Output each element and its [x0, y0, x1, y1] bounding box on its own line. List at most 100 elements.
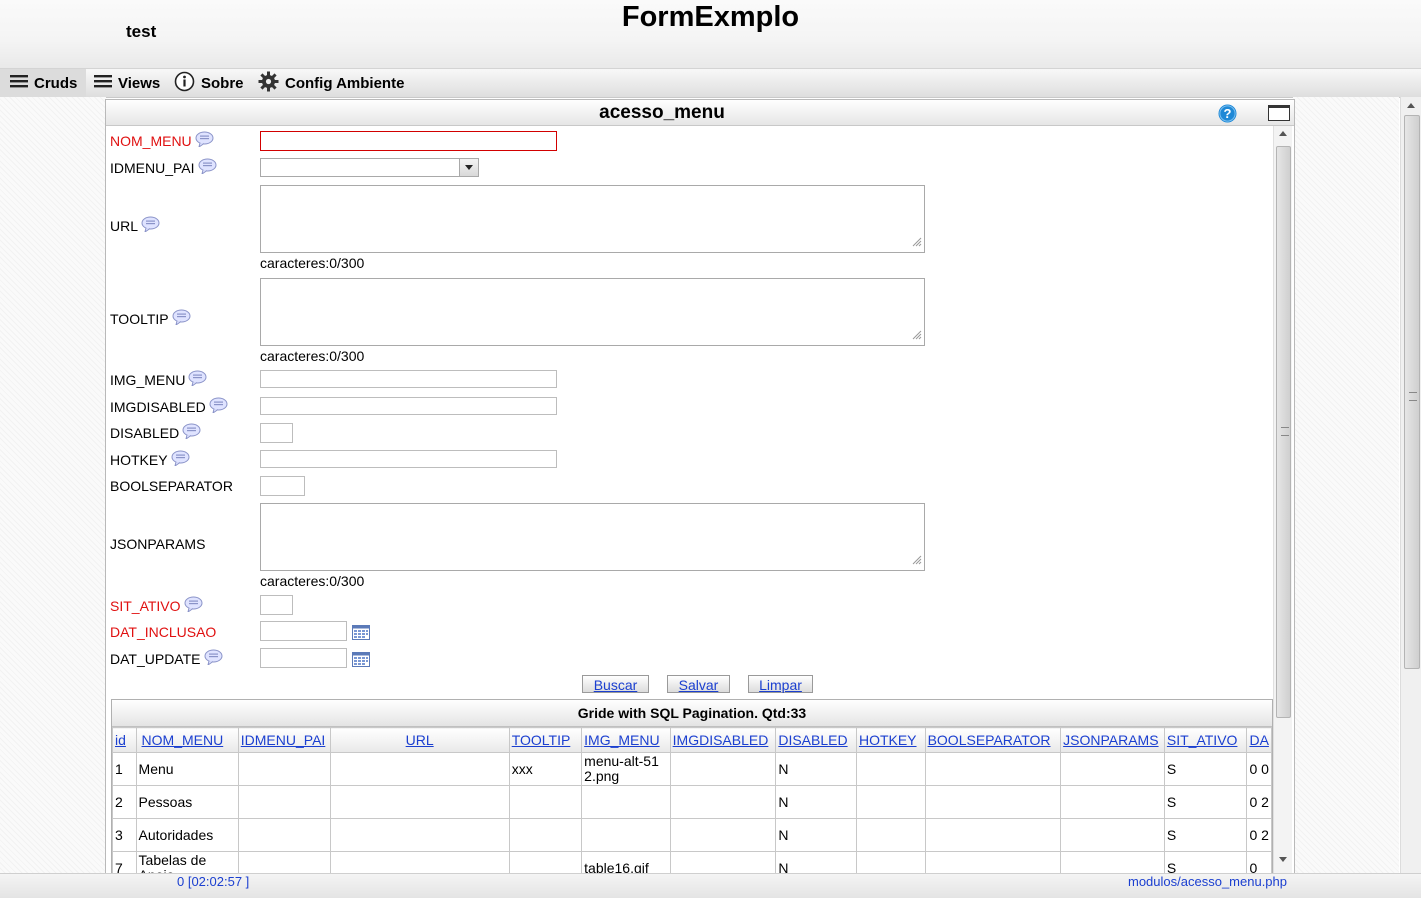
table-row[interactable]: 1 Menu xxx menu-alt-512.png N S 0 0 — [112, 752, 1272, 786]
label-text: NOM_MENU — [110, 132, 192, 149]
calendar-icon[interactable] — [352, 652, 370, 670]
table-cell — [1060, 818, 1165, 852]
table-cell: S — [1163, 851, 1248, 874]
table-cell — [855, 818, 926, 852]
data-grid: Gride with SQL Pagination. Qtd:33 id NOM… — [111, 699, 1273, 874]
table-cell — [237, 752, 331, 786]
resize-grip-icon[interactable] — [912, 552, 922, 568]
column-header[interactable]: IDMENU_PAI — [237, 727, 331, 753]
column-header[interactable]: DA — [1246, 727, 1272, 753]
panel-header: acesso_menu ? — [106, 100, 1294, 126]
scroll-up-icon[interactable] — [1407, 103, 1415, 108]
url-textarea[interactable] — [260, 185, 925, 253]
column-header[interactable]: JSONPARAMS — [1060, 727, 1165, 753]
tooltip-balloon-icon[interactable] — [198, 158, 217, 177]
menu-item-config[interactable]: Config Ambiente — [258, 69, 404, 97]
column-header[interactable]: HOTKEY — [855, 727, 926, 753]
label-disabled: DISABLED — [110, 423, 201, 442]
jsonparams-textarea[interactable] — [260, 503, 925, 571]
menu-label: Config Ambiente — [285, 74, 405, 92]
menu-label: Views — [118, 74, 161, 92]
tooltip-balloon-icon[interactable] — [195, 131, 214, 150]
tooltip-balloon-icon[interactable] — [188, 370, 207, 389]
label-text: DAT_INCLUSAO — [110, 624, 217, 640]
dat-inclusao-input[interactable] — [260, 621, 347, 641]
scroll-thumb[interactable] — [1276, 146, 1291, 718]
table-row[interactable]: 3 Autoridades N S 0 2 — [112, 818, 1272, 852]
table-cell — [508, 818, 583, 852]
menu-label: Sobre — [201, 74, 244, 92]
grip-icon — [1409, 392, 1417, 401]
column-header[interactable]: IMG_MENU — [581, 727, 671, 753]
column-header[interactable]: IMGDISABLED — [669, 727, 777, 753]
menu-bar: Cruds Views Sobre Config Ambiente — [0, 68, 1421, 98]
label-idmenu-pai: IDMENU_PAI — [110, 158, 217, 177]
column-header[interactable]: NOM_MENU — [135, 727, 239, 753]
table-cell: N — [775, 752, 857, 786]
column-header[interactable]: URL — [329, 727, 510, 753]
table-cell: 0 0 — [1246, 752, 1272, 786]
label-url: URL — [110, 216, 160, 235]
tooltip-balloon-icon[interactable] — [172, 309, 191, 328]
hamburger-icon — [94, 74, 112, 92]
tooltip-balloon-icon[interactable] — [209, 397, 228, 416]
column-header[interactable]: TOOLTIP — [508, 727, 583, 753]
tooltip-balloon-icon[interactable] — [184, 596, 203, 615]
grip-icon — [1281, 427, 1289, 436]
column-header[interactable]: BOOLSEPARATOR — [924, 727, 1062, 753]
table-cell — [669, 818, 777, 852]
boolseparator-input[interactable] — [260, 476, 305, 496]
chevron-down-icon[interactable] — [459, 159, 478, 176]
table-row[interactable]: 7 Tabelas de Apoio table16.gif N S 0 — [112, 851, 1272, 874]
imgdisabled-input[interactable] — [260, 397, 557, 415]
hotkey-input[interactable] — [260, 450, 557, 468]
menu-item-views[interactable]: Views — [94, 69, 160, 97]
resize-grip-icon[interactable] — [912, 234, 922, 250]
page-scrollbar[interactable] — [1400, 97, 1421, 873]
maximize-icon[interactable] — [1268, 105, 1290, 121]
panel-scrollbar[interactable] — [1273, 126, 1292, 874]
resize-grip-icon[interactable] — [912, 327, 922, 343]
tooltip-balloon-icon[interactable] — [141, 216, 160, 235]
column-header[interactable]: SIT_ATIVO — [1163, 727, 1248, 753]
tooltip-balloon-icon[interactable] — [171, 450, 190, 469]
page-background-right — [1293, 97, 1399, 873]
column-header[interactable]: DISABLED — [775, 727, 857, 753]
table-cell — [924, 752, 1062, 786]
scroll-thumb[interactable] — [1404, 115, 1420, 669]
tooltip-textarea[interactable] — [260, 278, 925, 346]
label-text: URL — [110, 217, 139, 234]
menu-item-sobre[interactable]: Sobre — [174, 69, 244, 97]
hamburger-icon — [10, 74, 28, 92]
nom-menu-input[interactable] — [260, 131, 557, 151]
table-row[interactable]: 2 Pessoas N S 0 2 — [112, 785, 1272, 819]
table-cell — [924, 818, 1062, 852]
save-button[interactable]: Salvar — [667, 675, 730, 693]
column-header[interactable]: id — [112, 727, 137, 753]
tooltip-balloon-icon[interactable] — [182, 423, 201, 442]
sit-ativo-input[interactable] — [260, 595, 293, 615]
scroll-down-icon[interactable] — [1279, 857, 1287, 862]
tooltip-balloon-icon[interactable] — [204, 649, 223, 668]
table-cell: N — [775, 818, 857, 852]
table-cell: Tabelas de Apoio — [135, 851, 239, 874]
help-icon[interactable]: ? — [1218, 104, 1237, 126]
clear-button[interactable]: Limpar — [748, 675, 813, 693]
label-text: IDMENU_PAI — [110, 159, 195, 176]
label-imgdisabled: IMGDISABLED — [110, 397, 228, 416]
status-footer: 0 [02:02:57 ] modulos/acesso_menu.php — [0, 873, 1421, 898]
gear-icon — [258, 71, 279, 96]
grid-table: id NOM_MENU IDMENU_PAI URL TOOLTIP IMG_M… — [112, 727, 1272, 874]
search-button[interactable]: Buscar — [582, 675, 649, 693]
form-panel: acesso_menu ? NOM_MENU IDMENU_PAI URL ca… — [105, 99, 1295, 875]
scroll-up-icon[interactable] — [1279, 131, 1287, 136]
table-cell — [237, 851, 331, 874]
dat-update-input[interactable] — [260, 648, 347, 668]
idmenu-pai-select[interactable] — [260, 158, 479, 177]
img-menu-input[interactable] — [260, 370, 557, 388]
menu-item-cruds[interactable]: Cruds — [0, 69, 86, 97]
label-text: TOOLTIP — [110, 310, 169, 327]
table-cell: S — [1163, 785, 1248, 819]
calendar-icon[interactable] — [352, 625, 370, 643]
disabled-input[interactable] — [260, 423, 293, 443]
